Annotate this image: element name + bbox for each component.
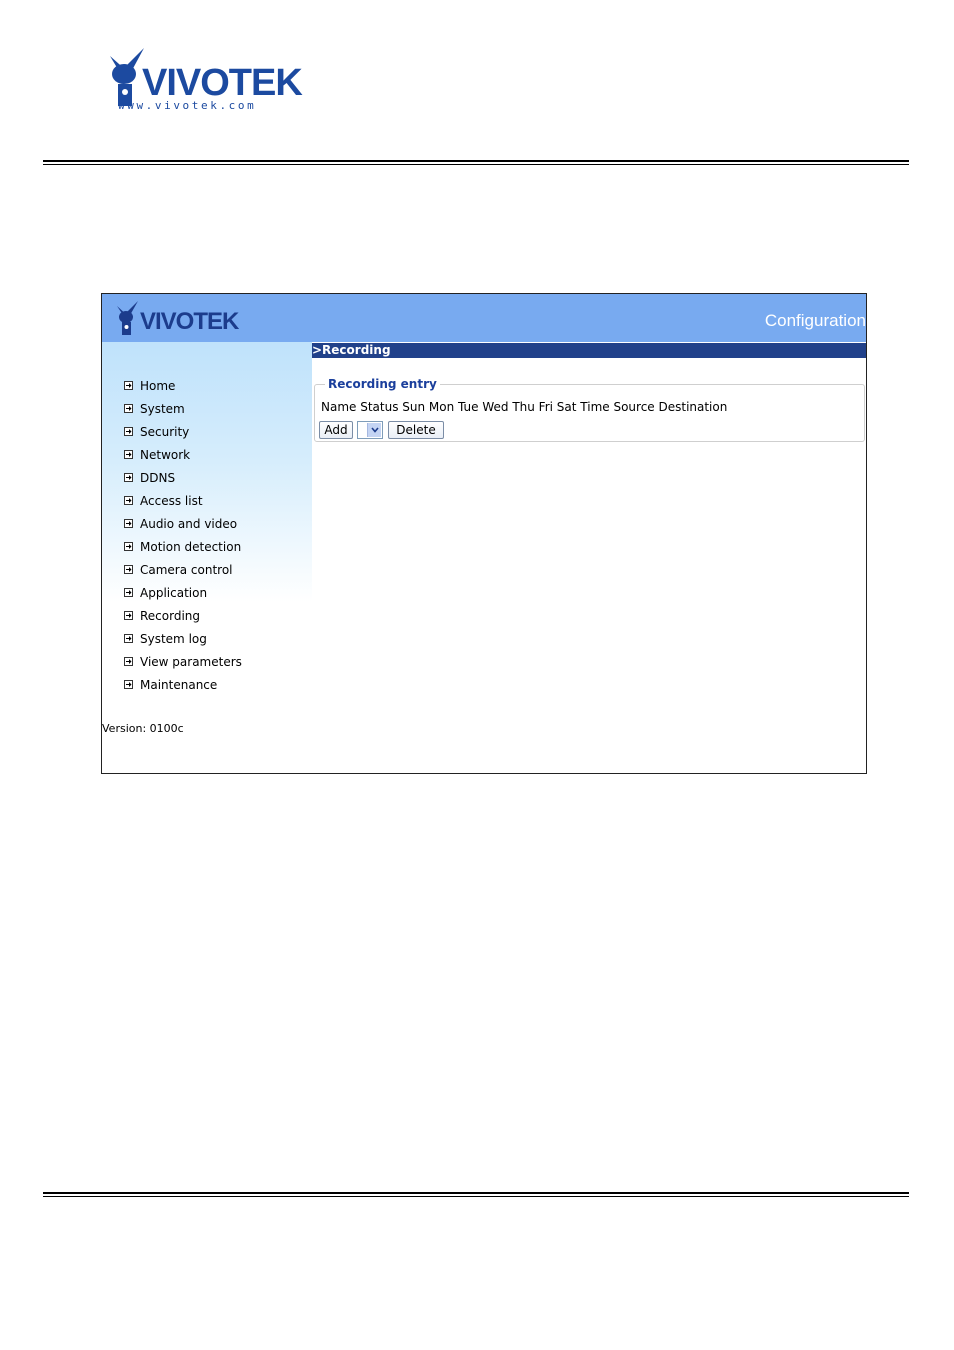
- sidebar-item-label: View parameters: [140, 654, 242, 669]
- sidebar-item-system-log[interactable]: System log: [124, 627, 242, 650]
- logo-wordmark: VIVOTEK: [142, 62, 303, 104]
- chevron-down-icon[interactable]: [367, 423, 381, 437]
- footer-rule: [43, 1192, 909, 1194]
- arrow-right-icon: [124, 473, 133, 482]
- delete-button[interactable]: Delete: [388, 421, 444, 439]
- sidebar-item-label: Access list: [140, 493, 203, 508]
- header-rule-thin: [43, 164, 909, 165]
- sidebar-item-access-list[interactable]: Access list: [124, 489, 242, 512]
- arrow-right-icon: [124, 542, 133, 551]
- arrow-right-icon: [124, 450, 133, 459]
- app-logo: VIVOTEK: [114, 300, 254, 336]
- recording-entry-legend: Recording entry: [325, 376, 440, 392]
- header-rule: [43, 160, 909, 162]
- arrow-right-icon: [124, 519, 133, 528]
- arrow-right-icon: [124, 657, 133, 666]
- arrow-right-icon: [124, 634, 133, 643]
- sidebar-item-view-parameters[interactable]: View parameters: [124, 650, 242, 673]
- arrow-right-icon: [124, 404, 133, 413]
- logo-url: www.vivotek.com: [118, 99, 257, 112]
- arrow-right-icon: [124, 496, 133, 505]
- arrow-right-icon: [124, 680, 133, 689]
- recording-entry-fieldset: Recording entry Name Status Sun Mon Tue …: [314, 376, 865, 442]
- sidebar-item-camera-control[interactable]: Camera control: [124, 558, 242, 581]
- sidebar-item-label: Recording: [140, 608, 201, 623]
- sidebar-item-label: Motion detection: [140, 539, 242, 554]
- sidebar-item-label: Audio and video: [140, 516, 238, 531]
- arrow-right-icon: [124, 611, 133, 620]
- sidebar-item-recording[interactable]: Recording: [124, 604, 242, 627]
- sidebar-item-label: System: [140, 401, 185, 416]
- sidebar-item-label: Home: [140, 378, 176, 393]
- sidebar-item-maintenance[interactable]: Maintenance: [124, 673, 242, 696]
- app-logo-wordmark: VIVOTEK: [140, 308, 239, 335]
- sidebar-item-application[interactable]: Application: [124, 581, 242, 604]
- sidebar-nav: Home System Security Network DDNS Access…: [124, 374, 242, 696]
- sidebar-item-label: System log: [140, 631, 207, 646]
- sidebar-item-system[interactable]: System: [124, 397, 242, 420]
- sidebar-item-security[interactable]: Security: [124, 420, 242, 443]
- header-title: Configuration: [764, 311, 866, 330]
- vivotek-document-logo: VIVOTEK www.vivotek.com: [104, 46, 316, 116]
- sidebar-item-motion-detection[interactable]: Motion detection: [124, 535, 242, 558]
- sidebar-item-label: DDNS: [140, 470, 176, 485]
- sidebar: Home System Security Network DDNS Access…: [102, 342, 312, 773]
- recording-entry-select[interactable]: [357, 421, 383, 439]
- arrow-right-icon: [124, 427, 133, 436]
- page-title: >Recording: [312, 343, 866, 358]
- arrow-right-icon: [124, 381, 133, 390]
- sidebar-item-ddns[interactable]: DDNS: [124, 466, 242, 489]
- sidebar-item-label: Camera control: [140, 562, 233, 577]
- sidebar-item-home[interactable]: Home: [124, 374, 242, 397]
- sidebar-item-label: Maintenance: [140, 677, 218, 692]
- app-header: VIVOTEK Configuration: [102, 294, 866, 342]
- add-button[interactable]: Add: [319, 421, 353, 439]
- recording-table-header: Name Status Sun Mon Tue Wed Thu Fri Sat …: [321, 400, 728, 414]
- version-text: Version: 0100c: [102, 722, 184, 735]
- arrow-right-icon: [124, 588, 133, 597]
- footer-rule-thin: [43, 1196, 909, 1197]
- sidebar-item-audio-and-video[interactable]: Audio and video: [124, 512, 242, 535]
- arrow-right-icon: [124, 565, 133, 574]
- configuration-screenshot: VIVOTEK Configuration Home System Securi…: [101, 293, 867, 774]
- camera-logo-icon: [117, 301, 138, 335]
- sidebar-item-label: Security: [140, 424, 190, 439]
- sidebar-item-label: Network: [140, 447, 191, 462]
- sidebar-item-label: Application: [140, 585, 208, 600]
- sidebar-item-network[interactable]: Network: [124, 443, 242, 466]
